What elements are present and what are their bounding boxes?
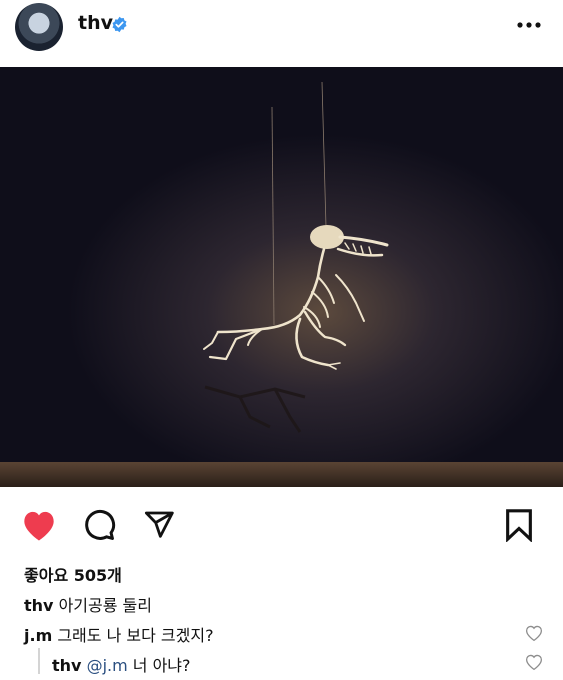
more-options-icon[interactable] (516, 20, 542, 30)
share-icon[interactable] (142, 509, 176, 541)
post-photo[interactable] (0, 67, 563, 487)
reply-comment: thv @j.m 너 아냐? (52, 652, 191, 676)
post-username[interactable]: thv (78, 12, 113, 34)
heart-outline-icon[interactable] (524, 624, 544, 642)
comment-text: 그래도 나 보다 크겠지? (57, 626, 214, 645)
likes-count[interactable]: 좋아요 505개 (24, 562, 122, 586)
heart-filled-icon[interactable] (20, 508, 58, 542)
avatar[interactable] (15, 3, 63, 51)
reply-username[interactable]: thv (52, 656, 81, 675)
verified-badge-icon (112, 16, 127, 33)
post-header: thv (0, 0, 563, 64)
reply-text: 너 아냐? (132, 656, 191, 675)
heart-outline-icon[interactable] (524, 653, 544, 671)
comment-username[interactable]: j.m (24, 626, 52, 645)
caption-username[interactable]: thv (24, 596, 53, 615)
comment-icon[interactable] (82, 508, 116, 542)
action-bar (0, 505, 563, 547)
comment: j.m 그래도 나 보다 크겠지? (24, 622, 214, 646)
caption-text: 아기공룡 둘리 (58, 596, 152, 615)
bookmark-icon[interactable] (504, 508, 534, 542)
caption: thv 아기공룡 둘리 (24, 592, 152, 616)
reply-mention[interactable]: @j.m (87, 656, 128, 675)
reply-thread-line (38, 648, 40, 674)
